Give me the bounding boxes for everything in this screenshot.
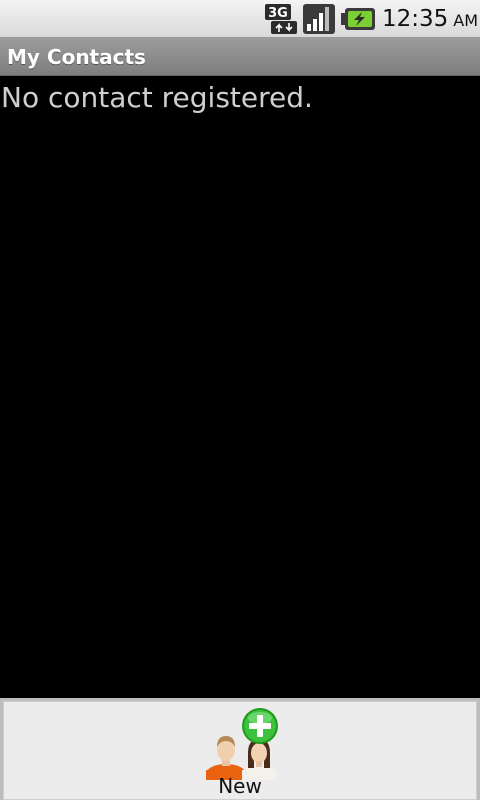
clock-time: 12:35 xyxy=(382,6,449,32)
network-3g-icon: 3G xyxy=(265,4,297,34)
svg-text:3G: 3G xyxy=(268,6,288,21)
device-screen: 3G 12:35 AM My Contacts No contact regist… xyxy=(0,0,480,800)
options-menu: New xyxy=(0,698,480,800)
status-clock: 12:35 AM xyxy=(382,4,478,34)
new-contact-label: New xyxy=(218,774,262,798)
clock-ampm: AM xyxy=(453,11,479,30)
title-bar: My Contacts xyxy=(0,38,480,76)
status-bar: 3G 12:35 AM xyxy=(0,0,480,38)
contact-list-area: No contact registered. xyxy=(0,76,480,698)
add-contact-icon xyxy=(206,708,278,780)
empty-list-message: No contact registered. xyxy=(1,81,313,114)
signal-strength-icon xyxy=(303,4,335,34)
battery-charging-icon xyxy=(341,8,375,30)
new-contact-button[interactable]: New xyxy=(3,701,477,800)
page-title: My Contacts xyxy=(7,45,146,69)
